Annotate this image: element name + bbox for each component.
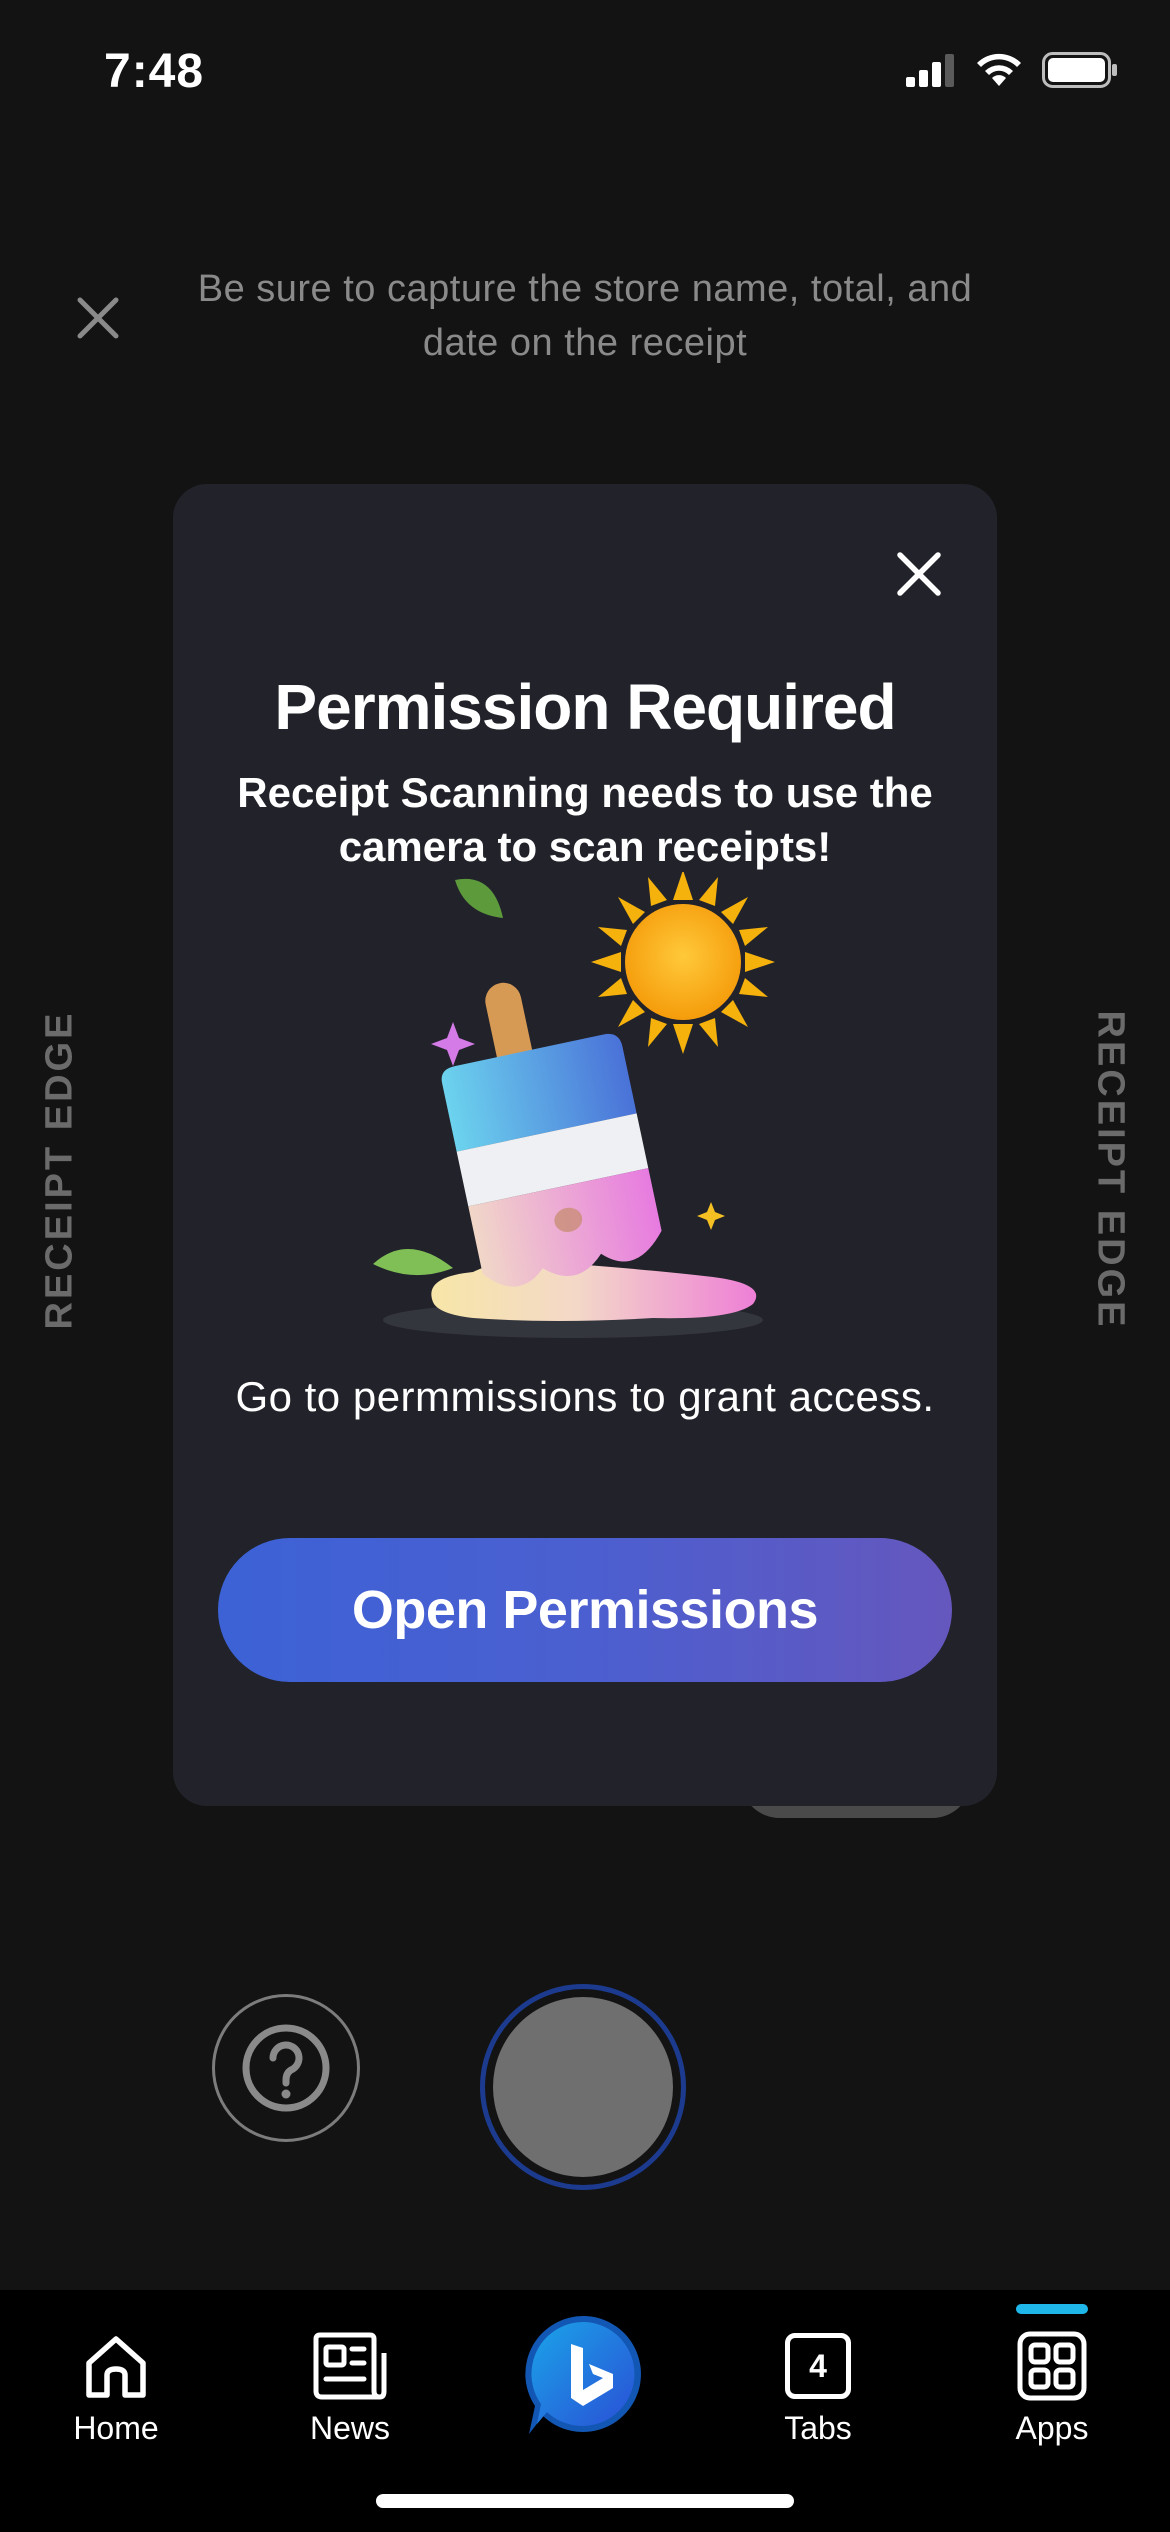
wifi-icon: [974, 52, 1024, 93]
bing-chat-icon: [525, 2315, 641, 2434]
status-icons: [906, 52, 1118, 93]
bottom-nav: Home News 4 Tabs Apps: [0, 2290, 1170, 2532]
shutter-button[interactable]: [480, 1984, 686, 2190]
close-icon: [77, 297, 119, 339]
home-indicator[interactable]: [376, 2494, 794, 2508]
receipt-edge-right-label: RECEIPT EDGE: [1089, 1010, 1132, 1330]
nav-label-home: Home: [73, 2410, 159, 2446]
cellular-signal-icon: [906, 53, 956, 92]
nav-label-tabs: Tabs: [784, 2410, 852, 2446]
open-permissions-button[interactable]: Open Permissions: [218, 1538, 952, 1682]
status-bar: 7:48: [0, 0, 1170, 140]
nav-item-news[interactable]: News: [265, 2290, 435, 2460]
tabs-count: 4: [785, 2333, 851, 2399]
dialog-close-button[interactable]: [879, 534, 959, 614]
nav-item-tabs[interactable]: 4 Tabs: [733, 2290, 903, 2460]
question-icon: [242, 2024, 330, 2112]
nav-item-apps[interactable]: Apps: [967, 2290, 1137, 2460]
dialog-subtitle: Receipt Scanning needs to use the camera…: [237, 769, 933, 870]
news-icon: [312, 2328, 388, 2404]
tabs-icon: 4: [780, 2328, 856, 2404]
capture-hint: Be sure to capture the store name, total…: [197, 268, 973, 364]
dialog-body-text: Go to permmissions to grant access.: [235, 1373, 935, 1420]
battery-icon: [1042, 52, 1118, 93]
close-icon: [897, 552, 941, 596]
permission-dialog: Permission Required Receipt Scanning nee…: [173, 484, 997, 1806]
status-time: 7:48: [104, 45, 205, 98]
dialog-title: Permission Required: [274, 671, 896, 743]
camera-close-button[interactable]: [62, 282, 134, 354]
receipt-edge-left-label: RECEIPT EDGE: [38, 1010, 81, 1330]
help-button[interactable]: [212, 1994, 360, 2142]
nav-label-news: News: [309, 2410, 390, 2446]
melting-popsicle-illustration: [353, 870, 833, 1342]
apps-grid-icon: [1014, 2328, 1090, 2404]
nav-label-apps: Apps: [1015, 2410, 1089, 2446]
home-icon: [78, 2328, 154, 2404]
nav-item-bing-chat[interactable]: [521, 2312, 649, 2440]
nav-item-home[interactable]: Home: [31, 2290, 201, 2460]
shutter-inner: [493, 1997, 673, 2177]
